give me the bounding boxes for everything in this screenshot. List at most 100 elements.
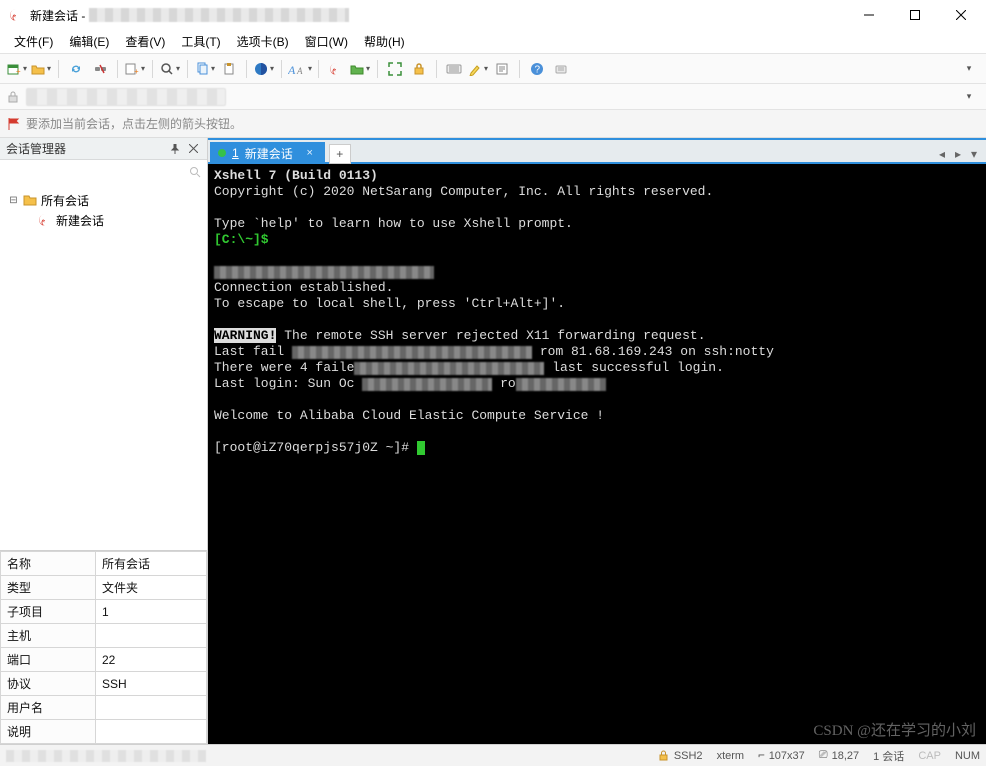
term-prompt: [C:\~]$ [214, 232, 269, 247]
svg-text:+: + [16, 67, 21, 76]
sidebar-search-input[interactable] [6, 163, 185, 181]
open-session-icon[interactable] [30, 58, 52, 80]
app-icon [8, 7, 24, 23]
disconnect-icon[interactable] [89, 58, 111, 80]
xshell-icon[interactable] [325, 58, 347, 80]
toolbar: + + AA ? ▾ [0, 54, 986, 84]
term-warning: WARNING! [214, 328, 276, 343]
xftp-icon[interactable] [349, 58, 371, 80]
status-bar: SSH2 xterm ⌐107x37 ⎚18,27 1 会话 CAP NUM [0, 744, 986, 766]
prop-port-value: 22 [96, 648, 207, 672]
status-pos: ⎚18,27 [819, 749, 859, 762]
window-title: 新建会话 - [30, 7, 85, 24]
find-icon[interactable] [159, 58, 181, 80]
term-line: Xshell 7 (Build 0113) [214, 168, 378, 183]
tree-root[interactable]: ⊟ 所有会话 [4, 190, 203, 210]
menu-tools[interactable]: 工具(T) [173, 30, 228, 53]
tab-prev-icon[interactable]: ◂ [934, 144, 950, 164]
toolbar-overflow-icon[interactable]: ▾ [958, 58, 980, 80]
tree-session[interactable]: 新建会话 [4, 210, 203, 230]
status-num: NUM [955, 750, 980, 762]
maximize-button[interactable] [892, 0, 938, 30]
font-icon[interactable]: AA [288, 58, 312, 80]
term-line: last successful login. [552, 360, 724, 375]
menu-view[interactable]: 查看(V) [117, 30, 173, 53]
folder-icon [23, 193, 37, 207]
tab-number: 1 [232, 146, 239, 160]
tab-active[interactable]: 1 新建会话 × [210, 142, 325, 164]
address-bar: ▾ [0, 84, 986, 110]
menu-window[interactable]: 窗口(W) [297, 30, 356, 53]
fullscreen-icon[interactable] [384, 58, 406, 80]
sidebar-close-icon[interactable] [185, 141, 201, 157]
title-obscured [89, 8, 349, 22]
color-scheme-icon[interactable] [253, 58, 275, 80]
prop-port-label: 端口 [1, 648, 96, 672]
prop-subitem-value: 1 [96, 600, 207, 624]
keyboard-icon[interactable] [443, 58, 465, 80]
prop-desc-value [96, 720, 207, 744]
menu-edit[interactable]: 编辑(E) [61, 30, 117, 53]
new-tab-button[interactable]: + [329, 144, 351, 164]
collapse-icon[interactable]: ⊟ [8, 195, 19, 206]
prop-proto-value: SSH [96, 672, 207, 696]
svg-text:?: ? [535, 64, 541, 75]
menu-file[interactable]: 文件(F) [6, 30, 61, 53]
prop-user-value [96, 696, 207, 720]
addr-lock-icon [6, 90, 20, 104]
term-line: rom 81.68.169.243 on ssh:notty [540, 344, 774, 359]
sidebar-pin-icon[interactable] [167, 141, 183, 157]
session-icon [38, 213, 52, 227]
tab-menu-icon[interactable]: ▾ [966, 144, 982, 164]
prop-proto-label: 协议 [1, 672, 96, 696]
reconnect-icon[interactable] [65, 58, 87, 80]
connected-dot-icon [218, 149, 226, 157]
property-grid: 名称所有会话 类型文件夹 子项目1 主机 端口22 协议SSH 用户名 说明 [0, 550, 207, 744]
sidebar: 会话管理器 ⊟ 所有会话 新建会话 名称所有会话 类型文件夹 子项目1 [0, 138, 208, 744]
highlight-icon[interactable] [467, 58, 489, 80]
term-line: Copyright (c) 2020 NetSarang Computer, I… [214, 184, 713, 199]
minimize-button[interactable] [846, 0, 892, 30]
terminal[interactable]: Xshell 7 (Build 0113) Copyright (c) 2020… [208, 164, 986, 744]
prop-desc-label: 说明 [1, 720, 96, 744]
search-icon[interactable] [189, 166, 201, 178]
paste-icon[interactable] [218, 58, 240, 80]
properties-icon[interactable]: + [124, 58, 146, 80]
term-line: Type `help' to learn how to use Xshell p… [214, 216, 573, 231]
svg-text:A: A [288, 63, 296, 76]
addrbar-overflow-icon[interactable]: ▾ [958, 86, 980, 108]
session-tree: ⊟ 所有会话 新建会话 [0, 184, 207, 550]
lock-icon[interactable] [408, 58, 430, 80]
menu-tabs[interactable]: 选项卡(B) [229, 30, 297, 53]
hint-text: 要添加当前会话，点击左侧的箭头按钮。 [26, 115, 242, 132]
term-line: Welcome to Alibaba Cloud Elastic Compute… [214, 408, 604, 423]
status-sessions: 1 会话 [873, 748, 904, 764]
tree-root-label: 所有会话 [41, 192, 89, 209]
tab-next-icon[interactable]: ▸ [950, 144, 966, 164]
ssh-lock-icon [658, 750, 670, 762]
tab-label: 新建会话 [245, 145, 293, 162]
status-cap: CAP [918, 750, 941, 762]
tab-strip: 1 新建会话 × + ◂ ▸ ▾ [208, 138, 986, 164]
script-icon[interactable] [491, 58, 513, 80]
prop-name-value: 所有会话 [96, 552, 207, 576]
new-session-icon[interactable]: + [6, 58, 28, 80]
title-bar: 新建会话 - [0, 0, 986, 30]
prop-name-label: 名称 [1, 552, 96, 576]
tab-close-icon[interactable]: × [303, 146, 317, 160]
main-area: 1 新建会话 × + ◂ ▸ ▾ Xshell 7 (Build 0113) C… [208, 138, 986, 744]
close-button[interactable] [938, 0, 984, 30]
help-icon[interactable]: ? [526, 58, 548, 80]
menu-help[interactable]: 帮助(H) [356, 30, 413, 53]
term-line: Connection established. [214, 280, 393, 295]
address-input[interactable] [26, 88, 226, 106]
prop-user-label: 用户名 [1, 696, 96, 720]
prop-subitem-label: 子项目 [1, 600, 96, 624]
about-icon[interactable] [550, 58, 572, 80]
status-ssh: SSH2 [658, 750, 703, 762]
hint-bar: 要添加当前会话，点击左侧的箭头按钮。 [0, 110, 986, 138]
status-size: ⌐107x37 [758, 749, 805, 762]
copy-icon[interactable] [194, 58, 216, 80]
status-left-obscured [6, 750, 206, 762]
sidebar-header: 会话管理器 [0, 138, 207, 160]
